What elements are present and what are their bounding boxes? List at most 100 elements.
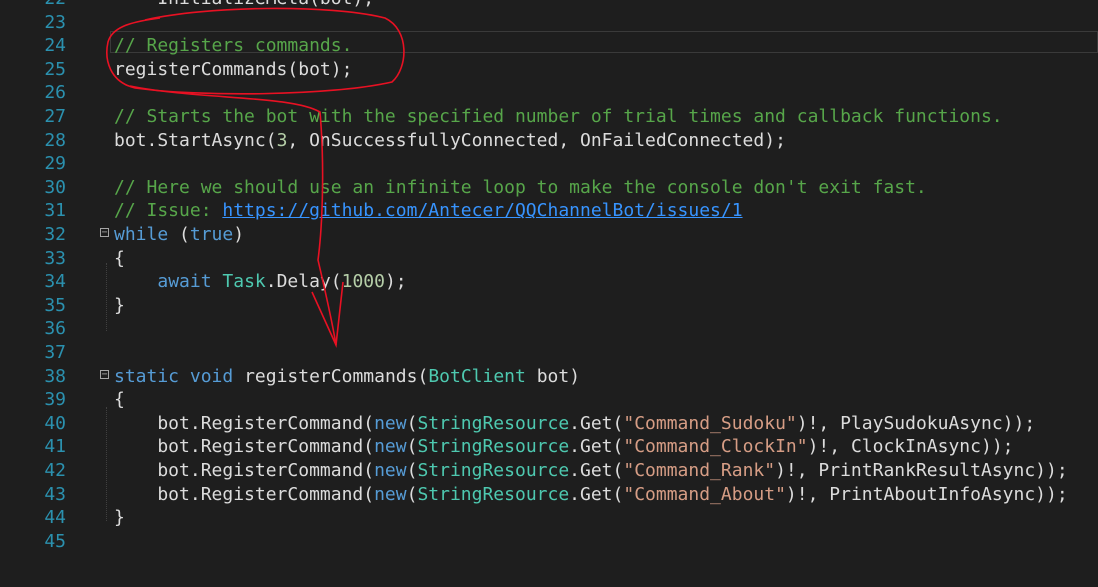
code-line[interactable]: 45	[0, 530, 1098, 554]
code-line[interactable]: 31 // Issue: https://github.com/Antecer/Q…	[0, 199, 1098, 223]
code-token: true	[189, 224, 234, 245]
code-line[interactable]: 29	[0, 152, 1098, 176]
code-line[interactable]: 22 InitializeMeta(bot);	[0, 0, 1098, 11]
code-token: 1000	[341, 271, 385, 293]
line-code: bot.RegisterCommand(new(StringResource.G…	[114, 459, 1067, 483]
line-code: // Issue: https://github.com/Antecer/QQC…	[114, 199, 743, 223]
line-number: 24	[44, 35, 66, 57]
line-number: 33	[44, 247, 66, 269]
code-line[interactable]: 24 // Registers commands.	[0, 34, 1098, 58]
line-number: 37	[44, 342, 66, 363]
code-token: .Get(	[569, 412, 624, 434]
collapse-icon[interactable]: −	[100, 369, 109, 379]
code-token: "Command_About"	[623, 483, 786, 505]
line-number: 44	[44, 507, 66, 529]
code-editor[interactable]: 22 InitializeMeta(bot);2324 // Registers …	[0, 0, 1098, 587]
code-token: 3	[276, 129, 288, 151]
code-token: new	[374, 436, 407, 458]
code-line[interactable]: 33 {	[0, 247, 1098, 271]
code-line[interactable]: 30 // Here we should use an infinite loop…	[0, 176, 1098, 200]
line-number: 39	[44, 389, 66, 411]
code-token: bot)	[525, 365, 581, 387]
line-code: InitializeMeta(bot);	[114, 0, 374, 11]
code-token: bot.RegisterCommand(	[114, 460, 375, 481]
code-token: "Command_Rank"	[623, 460, 776, 481]
line-code: {	[114, 388, 125, 412]
line-code: }	[114, 506, 125, 530]
code-line[interactable]: 27 // Starts the bot with the specified n…	[0, 105, 1098, 129]
code-token: bot.RegisterCommand(	[114, 436, 375, 458]
line-code: {	[114, 247, 125, 271]
code-line[interactable]: 26	[0, 81, 1098, 105]
code-line[interactable]: 38 − static void registerCommands(BotClien…	[0, 365, 1098, 389]
code-token: StringResource	[417, 436, 570, 458]
code-token: void	[189, 365, 234, 387]
code-token: , OnSuccessfullyConnected, OnFailedConne…	[287, 129, 786, 151]
line-code: // Registers commands.	[114, 34, 352, 58]
code-token: (	[168, 224, 190, 245]
line-code: bot.RegisterCommand(new(StringResource.G…	[114, 412, 1035, 436]
line-number: 38	[44, 365, 66, 387]
code-token: )	[233, 224, 245, 245]
line-number: 29	[44, 153, 66, 175]
code-line[interactable]: 34 await Task.Delay(1000);	[0, 270, 1098, 294]
code-token: .Get(	[569, 460, 624, 481]
code-line[interactable]: 36	[0, 317, 1098, 341]
code-token: // Issue:	[114, 200, 223, 222]
code-token: "Command_ClockIn"	[623, 436, 808, 458]
line-number: 26	[44, 82, 66, 104]
line-number: 25	[44, 58, 66, 80]
line-code: registerCommands(bot);	[114, 58, 352, 82]
line-number: 32	[44, 224, 66, 245]
collapse-icon[interactable]: −	[100, 228, 109, 238]
code-line[interactable]: 25 registerCommands(bot);	[0, 58, 1098, 82]
line-number: 27	[44, 106, 66, 127]
line-number: 30	[44, 176, 66, 198]
code-line[interactable]: 28 bot.StartAsync(3, OnSuccessfullyConnec…	[0, 129, 1098, 153]
code-token: )!, ClockInAsync));	[807, 436, 1014, 458]
indent-guide	[106, 263, 108, 331]
code-link[interactable]: https://github.com/Antecer/QQChannelBot/…	[222, 200, 742, 221]
code-line[interactable]: 37	[0, 341, 1098, 365]
line-number: 45	[44, 530, 66, 552]
code-token: Task	[222, 271, 266, 293]
code-token: registerCommands(bot);	[114, 58, 353, 80]
code-line[interactable]: 41 bot.RegisterCommand(new(StringResourc…	[0, 435, 1098, 459]
code-token: await	[157, 271, 212, 293]
code-token: InitializeMeta(bot);	[114, 0, 374, 9]
line-code: bot.RegisterCommand(new(StringResource.G…	[114, 435, 1014, 459]
line-code: // Starts the bot with the specified num…	[114, 105, 1003, 129]
code-token: {	[114, 247, 125, 269]
code-token: while	[114, 224, 169, 245]
line-number: 35	[44, 294, 66, 316]
code-line[interactable]: 23	[0, 11, 1098, 35]
code-line[interactable]: 42 bot.RegisterCommand(new(StringResourc…	[0, 459, 1098, 483]
code-line[interactable]: 40 bot.RegisterCommand(new(StringResourc…	[0, 412, 1098, 436]
code-line[interactable]: 32 − while (true)	[0, 223, 1098, 247]
code-token: StringResource	[417, 460, 570, 481]
code-line[interactable]: 35}	[0, 294, 1098, 318]
line-code: // Here we should use an infinite loop t…	[114, 176, 927, 200]
code-token: new	[374, 412, 407, 434]
line-number: 42	[44, 460, 66, 481]
code-line[interactable]: 39 {	[0, 388, 1098, 412]
code-token: {	[114, 389, 125, 411]
code-token: bot.RegisterCommand(	[114, 412, 375, 434]
code-token: BotClient	[428, 365, 526, 387]
line-code: }	[114, 294, 125, 318]
code-token: )!, PrintAboutInfoAsync));	[785, 483, 1068, 505]
line-number: 43	[44, 483, 66, 505]
code-token: bot.StartAsync(	[114, 129, 277, 151]
code-line[interactable]: 44}	[0, 506, 1098, 530]
line-number: 23	[44, 11, 66, 33]
code-token: // Registers commands.	[114, 35, 353, 57]
code-token: (	[406, 483, 418, 505]
code-token: .Get(	[569, 436, 624, 458]
code-token: (	[406, 436, 418, 458]
code-line[interactable]: 43 bot.RegisterCommand(new(StringResourc…	[0, 483, 1098, 507]
code-token: .Get(	[569, 483, 624, 505]
line-code: static void registerCommands(BotClient b…	[114, 365, 580, 389]
indent-guide	[106, 407, 108, 521]
